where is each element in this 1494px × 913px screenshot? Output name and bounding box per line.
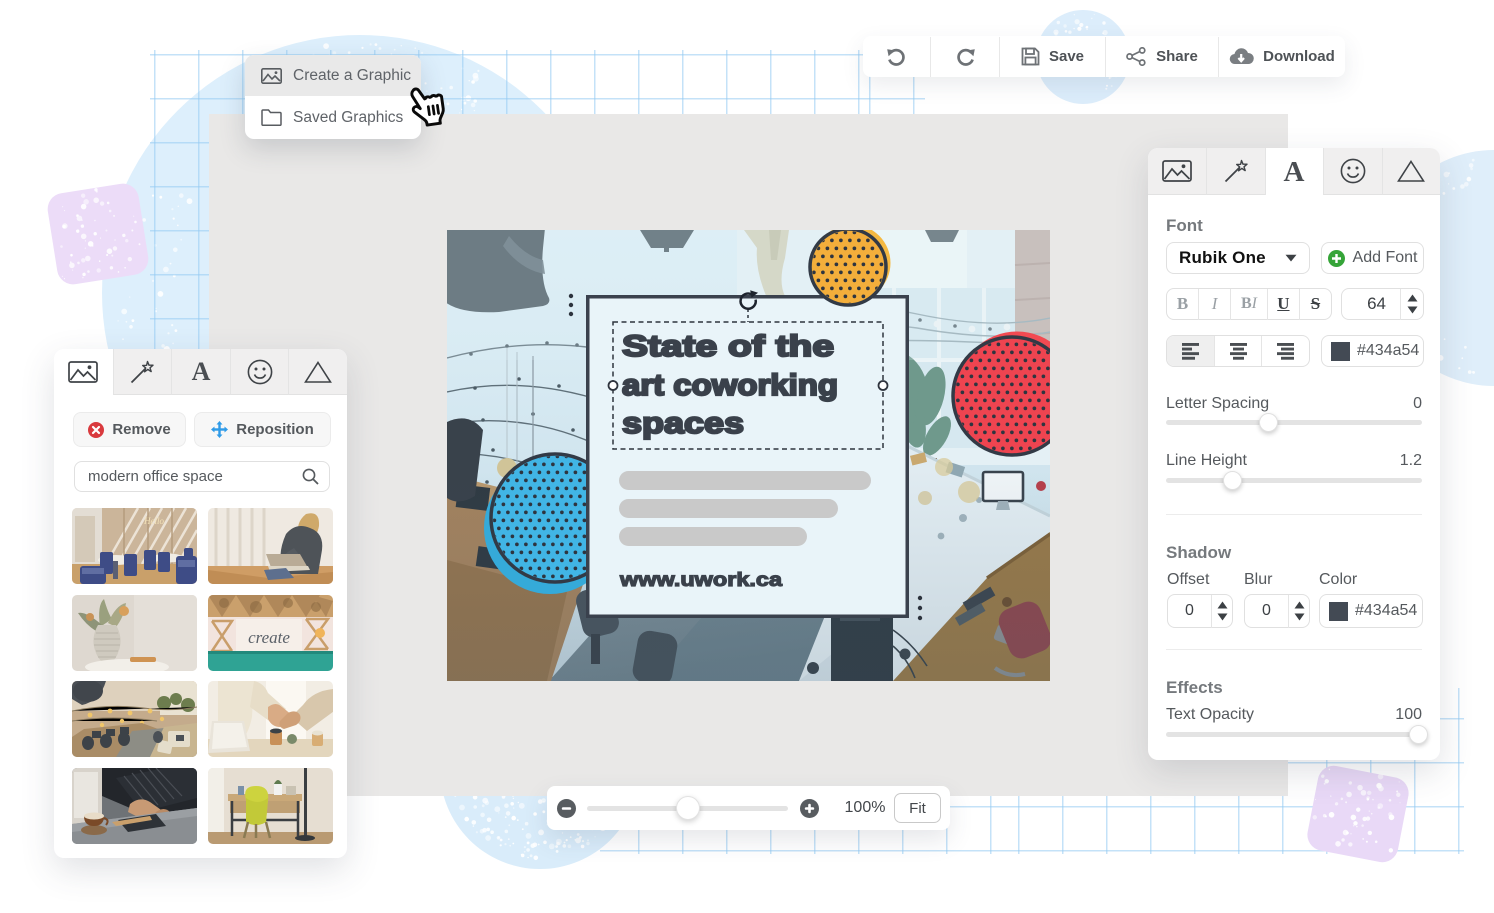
svg-text:spaces: spaces: [622, 407, 744, 440]
svg-text:create: create: [248, 628, 290, 647]
svg-text:A: A: [192, 359, 211, 385]
svg-text:Hello: Hello: [143, 516, 164, 526]
svg-text:www.uwork.ca: www.uwork.ca: [619, 570, 783, 591]
svg-text:A: A: [1284, 158, 1305, 186]
svg-text:State of the: State of the: [622, 330, 834, 363]
svg-text:art coworking: art coworking: [622, 369, 838, 402]
